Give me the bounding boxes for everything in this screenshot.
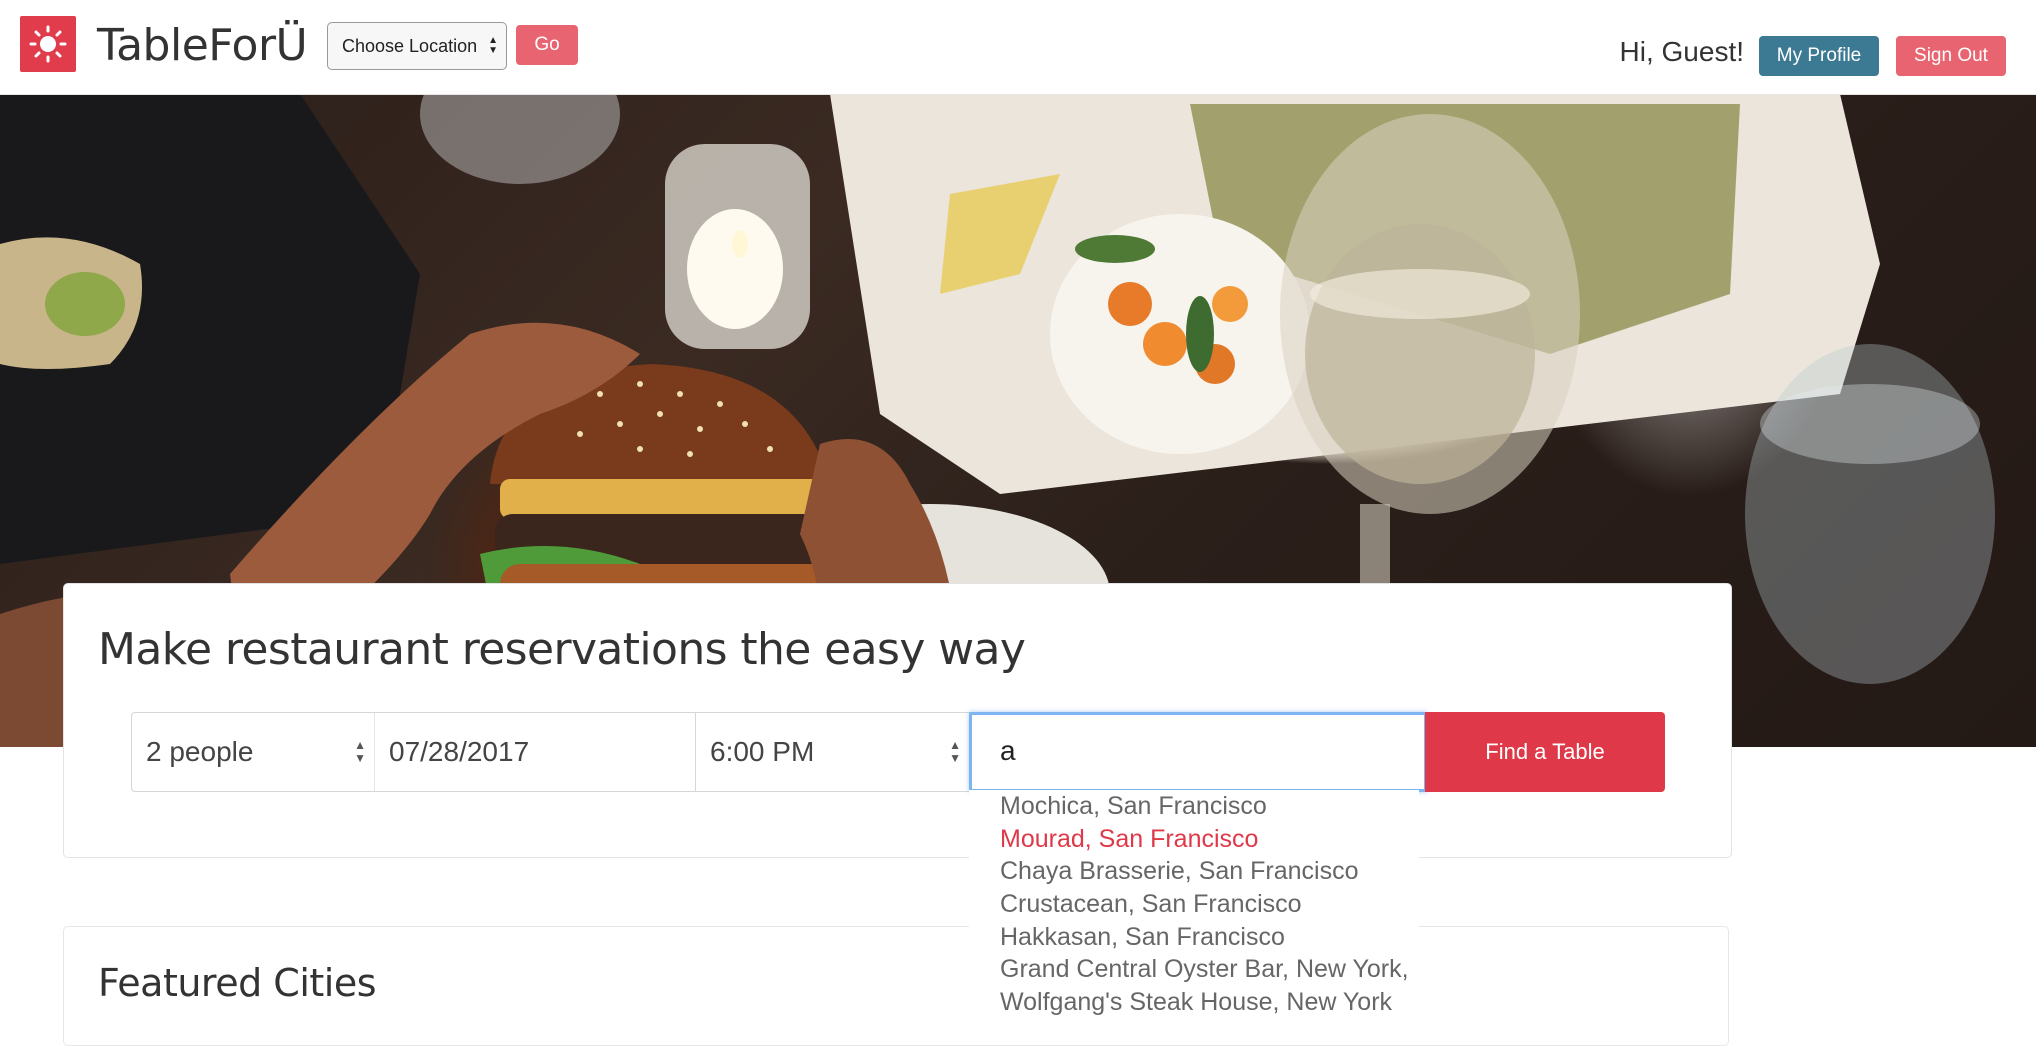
greeting-text: Hi, Guest! [1619,36,1744,67]
time-value: 6:00 PM [710,736,815,767]
date-value: 07/28/2017 [389,736,530,767]
party-size-select[interactable]: 2 people ▲ ▼ [131,712,375,792]
brand-name[interactable]: TableForÜ [97,20,308,71]
featured-cities-section: Featured Cities [63,926,1729,1046]
reservation-card: Make restaurant reservations the easy wa… [63,583,1732,858]
suggestion-item[interactable]: Mochica, San Francisco [969,790,1419,823]
select-arrows-icon: ▲ ▼ [354,738,366,765]
suggestion-item-active[interactable]: Mourad, San Francisco [969,823,1419,856]
reservation-title: Make restaurant reservations the easy wa… [98,624,1026,675]
location-select-value: Choose Location [342,36,478,56]
restaurant-search-input[interactable]: a [969,712,1427,792]
suggestion-item[interactable]: Grand Central Oyster Bar, New York, [969,953,1419,986]
featured-cities-title: Featured Cities [98,961,377,1005]
suggestion-item[interactable]: Chaya Brasserie, San Francisco [969,855,1419,888]
search-query-value: a [1000,735,1016,766]
find-table-button[interactable]: Find a Table [1425,712,1665,792]
select-arrows-icon: ▲ ▼ [949,738,961,765]
suggestion-item[interactable]: Hakkasan, San Francisco [969,921,1419,954]
brand-logo[interactable] [20,16,76,72]
select-arrows-icon: ▲ ▼ [488,35,498,56]
search-suggestions: Mochica, San Francisco Mourad, San Franc… [969,790,1419,1016]
sun-logo-icon [29,25,67,63]
suggestion-item[interactable]: Crustacean, San Francisco [969,888,1419,921]
time-select[interactable]: 6:00 PM ▲ ▼ [695,712,970,792]
top-nav: TableForÜ Choose Location ▲ ▼ Go Hi, Gues… [0,0,2036,95]
go-button[interactable]: Go [516,25,578,65]
my-profile-button[interactable]: My Profile [1759,36,1879,76]
date-input[interactable]: 07/28/2017 [374,712,696,792]
sign-out-button[interactable]: Sign Out [1896,36,2006,76]
party-size-value: 2 people [146,736,254,767]
location-select[interactable]: Choose Location ▲ ▼ [327,22,507,70]
